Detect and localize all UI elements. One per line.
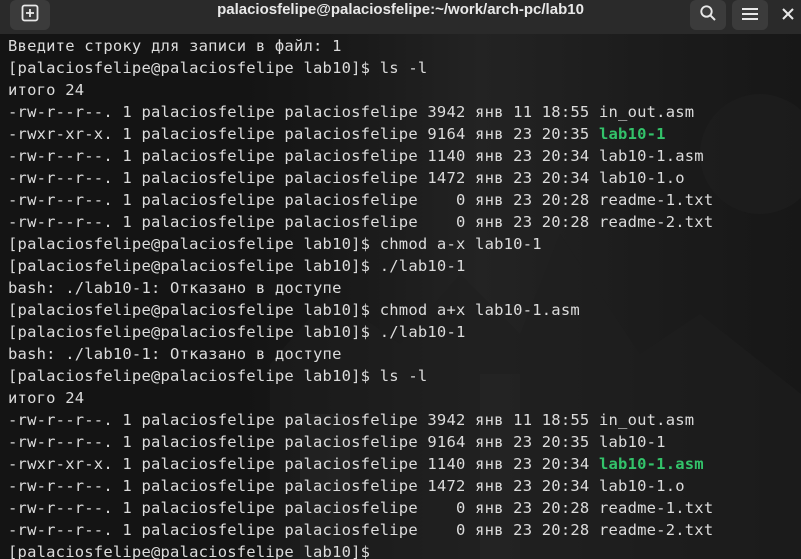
terminal-line-text: [palaciosfelipe@palaciosfelipe lab10]$ (8, 543, 380, 559)
file-listing-details: -rw-r--r--. 1 palaciosfelipe palaciosfel… (8, 477, 599, 495)
terminal-line-text: [palaciosfelipe@palaciosfelipe lab10]$ c… (8, 235, 542, 253)
title-bar: palaciosfelipe@palaciosfelipe:~/work/arc… (0, 0, 801, 35)
filename: readme-1.txt (598, 499, 714, 517)
search-icon (699, 4, 717, 26)
terminal-line: -rw-r--r--. 1 palaciosfelipe palaciosfel… (8, 211, 713, 233)
file-listing-details: -rw-r--r--. 1 palaciosfelipe palaciosfel… (8, 499, 599, 517)
terminal-line: итого 24 (8, 79, 713, 101)
terminal-line: [palaciosfelipe@palaciosfelipe lab10]$ .… (8, 255, 713, 277)
terminal-line: -rw-r--r--. 1 palaciosfelipe palaciosfel… (8, 101, 713, 123)
terminal-line: -rwxr-xr-x. 1 palaciosfelipe palaciosfel… (8, 453, 713, 475)
filename: readme-2.txt (598, 213, 714, 231)
terminal-line: -rw-r--r--. 1 palaciosfelipe palaciosfel… (8, 189, 713, 211)
terminal-line: bash: ./lab10-1: Отказано в доступе (8, 343, 713, 365)
executable-filename: lab10-1 (598, 125, 666, 143)
terminal-line: -rw-r--r--. 1 palaciosfelipe palaciosfel… (8, 145, 713, 167)
terminal-line-text: итого 24 (8, 81, 85, 99)
terminal-line: [palaciosfelipe@palaciosfelipe lab10]$ (8, 541, 713, 559)
terminal-line: [palaciosfelipe@palaciosfelipe lab10]$ .… (8, 321, 713, 343)
terminal-line: -rw-r--r--. 1 palaciosfelipe palaciosfel… (8, 497, 713, 519)
filename: in_out.asm (598, 103, 695, 121)
file-listing-details: -rw-r--r--. 1 palaciosfelipe palaciosfel… (8, 191, 599, 209)
terminal-line-text: [palaciosfelipe@palaciosfelipe lab10]$ .… (8, 323, 466, 341)
terminal-output-area[interactable]: Введите строку для записи в файл: 1 [pala… (0, 34, 801, 559)
window-title: palaciosfelipe@palaciosfelipe:~/work/arc… (217, 1, 584, 18)
terminal-lines: Введите строку для записи в файл: 1 [pala… (8, 35, 713, 559)
file-listing-details: -rw-r--r--. 1 palaciosfelipe palaciosfel… (8, 147, 599, 165)
file-listing-details: -rw-r--r--. 1 palaciosfelipe palaciosfel… (8, 213, 599, 231)
search-button[interactable] (690, 0, 726, 30)
terminal-line: -rw-r--r--. 1 palaciosfelipe palaciosfel… (8, 519, 713, 541)
file-listing-details: -rwxr-xr-x. 1 palaciosfelipe palaciosfel… (8, 125, 599, 143)
file-listing-details: -rwxr-xr-x. 1 palaciosfelipe palaciosfel… (8, 455, 599, 473)
terminal-line: bash: ./lab10-1: Отказано в доступе (8, 277, 713, 299)
file-listing-details: -rw-r--r--. 1 palaciosfelipe palaciosfel… (8, 411, 599, 429)
terminal-line-text: [palaciosfelipe@palaciosfelipe lab10]$ c… (8, 301, 580, 319)
filename: readme-1.txt (598, 191, 714, 209)
terminal-line-text: Введите строку для записи в файл: 1 (8, 37, 342, 55)
filename: lab10-1.asm (598, 147, 704, 165)
file-listing-details: -rw-r--r--. 1 palaciosfelipe palaciosfel… (8, 169, 599, 187)
filename: in_out.asm (598, 411, 695, 429)
terminal-line: Введите строку для записи в файл: 1 (8, 35, 713, 57)
terminal-line-text: итого 24 (8, 389, 85, 407)
close-icon (781, 6, 795, 25)
terminal-line: [palaciosfelipe@palaciosfelipe lab10]$ l… (8, 365, 713, 387)
terminal-line-text: [palaciosfelipe@palaciosfelipe lab10]$ l… (8, 59, 428, 77)
filename: lab10-1 (598, 433, 666, 451)
filename: lab10-1.o (598, 477, 685, 495)
terminal-line: -rw-r--r--. 1 palaciosfelipe palaciosfel… (8, 167, 713, 189)
terminal-line: [palaciosfelipe@palaciosfelipe lab10]$ l… (8, 57, 713, 79)
filename: readme-2.txt (598, 521, 714, 539)
terminal-line: [palaciosfelipe@palaciosfelipe lab10]$ c… (8, 233, 713, 255)
terminal-line-text: [palaciosfelipe@palaciosfelipe lab10]$ l… (8, 367, 428, 385)
menu-button[interactable] (732, 0, 768, 30)
executable-filename: lab10-1.asm (598, 455, 704, 473)
terminal-line-text: bash: ./lab10-1: Отказано в доступе (8, 345, 342, 363)
close-button[interactable] (774, 0, 801, 30)
file-listing-details: -rw-r--r--. 1 palaciosfelipe palaciosfel… (8, 521, 599, 539)
filename: lab10-1.o (598, 169, 685, 187)
terminal-line: -rw-r--r--. 1 palaciosfelipe palaciosfel… (8, 431, 713, 453)
file-listing-details: -rw-r--r--. 1 palaciosfelipe palaciosfel… (8, 103, 599, 121)
terminal-line: -rw-r--r--. 1 palaciosfelipe palaciosfel… (8, 409, 713, 431)
terminal-line-text: bash: ./lab10-1: Отказано в доступе (8, 279, 342, 297)
terminal-line: -rwxr-xr-x. 1 palaciosfelipe palaciosfel… (8, 123, 713, 145)
hamburger-menu-icon (742, 6, 758, 25)
terminal-line: [palaciosfelipe@palaciosfelipe lab10]$ c… (8, 299, 713, 321)
file-listing-details: -rw-r--r--. 1 palaciosfelipe palaciosfel… (8, 433, 599, 451)
terminal-line: итого 24 (8, 387, 713, 409)
terminal-line-text: [palaciosfelipe@palaciosfelipe lab10]$ .… (8, 257, 466, 275)
terminal-window: palaciosfelipe@palaciosfelipe:~/work/arc… (0, 0, 801, 559)
terminal-line: -rw-r--r--. 1 palaciosfelipe palaciosfel… (8, 475, 713, 497)
